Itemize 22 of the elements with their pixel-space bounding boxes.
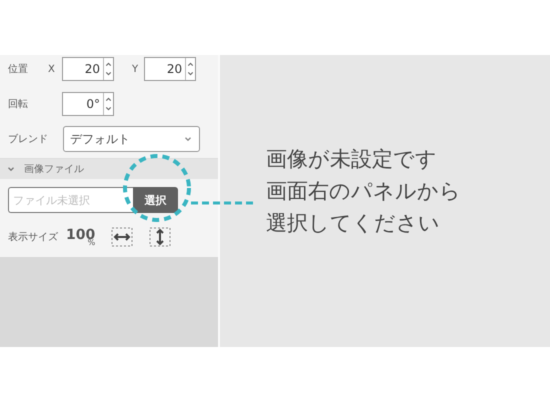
number-field[interactable]: 20 — [62, 57, 114, 81]
chevron-icon — [6, 165, 16, 173]
field-label: 位置 — [8, 62, 29, 76]
size-value[interactable]: 100% — [66, 228, 96, 246]
blend-dropdown[interactable]: デフォルト — [63, 126, 200, 152]
stepper-icon[interactable] — [103, 58, 113, 80]
number-field[interactable]: 0° — [62, 92, 114, 116]
number-field[interactable]: 20 — [144, 57, 196, 81]
field-label: 回転 — [8, 98, 29, 111]
axis-label: X — [48, 64, 56, 74]
stepper-icon[interactable] — [185, 58, 196, 80]
empty-message: 画像が未設定です 画面右のパネルから 選択してください — [266, 146, 462, 237]
stepper-icon[interactable] — [103, 93, 113, 115]
axis-label: Y — [132, 64, 138, 74]
size-label: 表示サイズ — [8, 230, 58, 244]
section-header[interactable]: 画像ファイル — [0, 158, 218, 179]
select-button[interactable]: 選択 — [133, 187, 178, 213]
field-label: ブレンド — [8, 132, 48, 146]
fit-width-icon[interactable] — [111, 227, 134, 247]
file-field[interactable]: ファイル未選択 — [8, 187, 133, 213]
fit-height-icon[interactable] — [149, 227, 172, 247]
chevron-icon — [183, 135, 193, 143]
